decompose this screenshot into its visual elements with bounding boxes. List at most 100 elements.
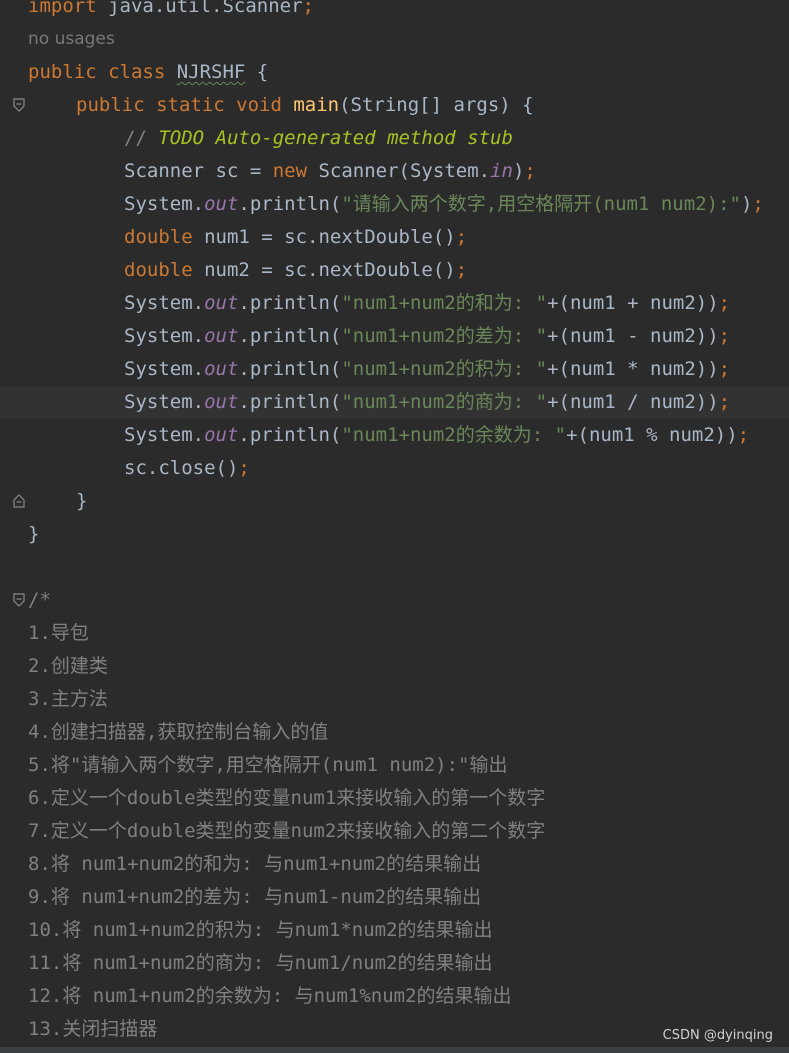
println-call: .println( — [238, 424, 342, 446]
comment-slashes: // — [124, 127, 159, 149]
comment-step: 7.定义一个double类型的变量num2来接收输入的第二个数字 — [28, 820, 546, 842]
comment-step: 12.将 num1+num2的余数为: 与num1%num2的结果输出 — [28, 985, 512, 1007]
semicolon: ; — [238, 457, 250, 479]
comment-step: 13.关闭扫描器 — [28, 1018, 158, 1040]
code-editor[interactable]: import java.util.Scanner; no usages publ… — [0, 0, 789, 1053]
prod-expression: +(num1 * num2)) — [547, 358, 719, 380]
println-call: .println( — [238, 292, 342, 314]
code-line-rem[interactable]: System.out.println("num1+num2的余数为: "+(nu… — [0, 419, 789, 452]
println-call: .println( — [238, 391, 342, 413]
println-call: .println( — [238, 325, 342, 347]
class-keywords: public class — [28, 61, 177, 83]
out-field: out — [204, 292, 239, 314]
code-line-sum[interactable]: System.out.println("num1+num2的和为: "+(num… — [0, 287, 789, 320]
keyword: import — [28, 0, 97, 17]
comment-line[interactable]: 12.将 num1+num2的余数为: 与num1%num2的结果输出 — [0, 980, 789, 1013]
method-params: (String[] args) { — [339, 94, 534, 116]
println-call: .println( — [238, 193, 342, 215]
code-line-scanner[interactable]: Scanner sc = new Scanner(System.in); — [0, 155, 789, 188]
comment-step: 1.导包 — [28, 622, 89, 644]
comment-step: 11.将 num1+num2的商为: 与num1/num2的结果输出 — [28, 952, 493, 974]
code-line-quot[interactable]: System.out.println("num1+num2的商为: "+(num… — [0, 386, 789, 419]
comment-step: 5.将"请输入两个数字,用空格隔开(num1 num2):"输出 — [28, 754, 508, 776]
quot-string: "num1+num2的商为: " — [341, 391, 548, 413]
code-line-close[interactable]: sc.close(); — [0, 452, 789, 485]
prompt-string: "请输入两个数字,用空格隔开(num1 num2):" — [341, 193, 741, 215]
class-name: NJRSHF — [176, 61, 246, 83]
system-prefix: System. — [124, 325, 205, 347]
prod-string: "num1+num2的积为: " — [341, 358, 548, 380]
comment-step: 8.将 num1+num2的和为: 与num1+num2的结果输出 — [28, 853, 482, 875]
comment-line[interactable]: 5.将"请输入两个数字,用空格隔开(num1 num2):"输出 — [0, 749, 789, 782]
method-close-brace: } — [76, 490, 88, 512]
comment-line[interactable]: 9.将 num1+num2的差为: 与num1-num2的结果输出 — [0, 881, 789, 914]
fold-open-icon[interactable] — [12, 592, 26, 608]
system-prefix: System. — [124, 193, 205, 215]
usage-hint[interactable]: no usages — [28, 23, 115, 56]
comment-step: 3.主方法 — [28, 688, 108, 710]
comment-line[interactable]: 4.创建扫描器,获取控制台输入的值 — [0, 716, 789, 749]
semicolon: ; — [718, 325, 731, 347]
close-call: sc.close() — [124, 457, 239, 479]
comment-line[interactable]: 8.将 num1+num2的和为: 与num1+num2的结果输出 — [0, 848, 789, 881]
watermark: CSDN @dyinqing — [662, 1028, 773, 1043]
comment-line[interactable]: 11.将 num1+num2的商为: 与num1/num2的结果输出 — [0, 947, 789, 980]
semicolon: ; — [302, 0, 314, 17]
close-paren: ) — [512, 160, 525, 182]
fold-close-icon[interactable] — [12, 493, 26, 509]
comment-line-open[interactable]: /* — [0, 584, 789, 617]
diff-expression: +(num1 - num2)) — [547, 325, 719, 347]
new-keyword: new — [272, 160, 308, 182]
system-in-field: in — [490, 160, 513, 182]
class-open-brace: { — [245, 61, 269, 83]
code-line-prod[interactable]: System.out.println("num1+num2的积为: "+(num… — [0, 353, 789, 386]
scanner-decl: Scanner sc = — [124, 160, 273, 182]
system-prefix: System. — [124, 424, 205, 446]
comment-line[interactable]: 2.创建类 — [0, 650, 789, 683]
bottom-scroll-strip[interactable] — [0, 1047, 789, 1053]
out-field: out — [204, 325, 239, 347]
rem-string: "num1+num2的余数为: " — [341, 424, 567, 446]
semicolon: ; — [752, 193, 764, 215]
code-line-main-decl[interactable]: public static void main(String[] args) { — [0, 89, 789, 122]
code-line-todo[interactable]: // TODO Auto-generated method stub — [0, 122, 789, 155]
comment-step: 10.将 num1+num2的积为: 与num1*num2的结果输出 — [28, 919, 493, 941]
comment-line[interactable]: 7.定义一个double类型的变量num2来接收输入的第二个数字 — [0, 815, 789, 848]
comment-step: 4.创建扫描器,获取控制台输入的值 — [28, 721, 329, 743]
todo-comment: TODO Auto-generated method stub — [158, 127, 513, 149]
code-line-num1[interactable]: double num1 = sc.nextDouble(); — [0, 221, 789, 254]
comment-step: 9.将 num1+num2的差为: 与num1-num2的结果输出 — [28, 886, 482, 908]
code-line-import[interactable]: import java.util.Scanner; — [0, 0, 789, 23]
comment-step: 6.定义一个double类型的变量num1来接收输入的第一个数字 — [28, 787, 546, 809]
semicolon: ; — [737, 424, 750, 446]
quot-expression: +(num1 / num2)) — [547, 391, 719, 413]
code-line-prompt[interactable]: System.out.println("请输入两个数字,用空格隔开(num1 n… — [0, 188, 789, 221]
comment-line[interactable]: 3.主方法 — [0, 683, 789, 716]
semicolon: ; — [718, 292, 731, 314]
out-field: out — [204, 424, 239, 446]
out-field: out — [204, 391, 239, 413]
code-line-num2[interactable]: double num2 = sc.nextDouble(); — [0, 254, 789, 287]
method-name: main — [293, 94, 340, 116]
rem-expression: +(num1 % num2)) — [566, 424, 738, 446]
comment-open: /* — [28, 589, 51, 611]
method-modifiers: public static void — [76, 94, 294, 116]
num1-decl: num1 = sc.nextDouble() — [192, 226, 456, 248]
system-prefix: System. — [124, 391, 205, 413]
system-prefix: System. — [124, 358, 205, 380]
comment-line[interactable]: 1.导包 — [0, 617, 789, 650]
fold-open-icon[interactable] — [12, 97, 26, 113]
comment-step: 2.创建类 — [28, 655, 108, 677]
code-line-method-close[interactable]: } — [0, 485, 789, 518]
code-line-class-close[interactable]: } — [0, 518, 789, 551]
code-line-class-decl[interactable]: public class NJRSHF { — [0, 56, 789, 89]
import-path: java.util.Scanner — [96, 0, 303, 17]
semicolon: ; — [718, 358, 731, 380]
class-close-brace: } — [28, 523, 40, 545]
comment-line[interactable]: 6.定义一个double类型的变量num1来接收输入的第一个数字 — [0, 782, 789, 815]
comment-line[interactable]: 10.将 num1+num2的积为: 与num1*num2的结果输出 — [0, 914, 789, 947]
close-paren: ) — [740, 193, 753, 215]
println-call: .println( — [238, 358, 342, 380]
code-line-diff[interactable]: System.out.println("num1+num2的差为: "+(num… — [0, 320, 789, 353]
double-keyword: double — [124, 226, 193, 248]
